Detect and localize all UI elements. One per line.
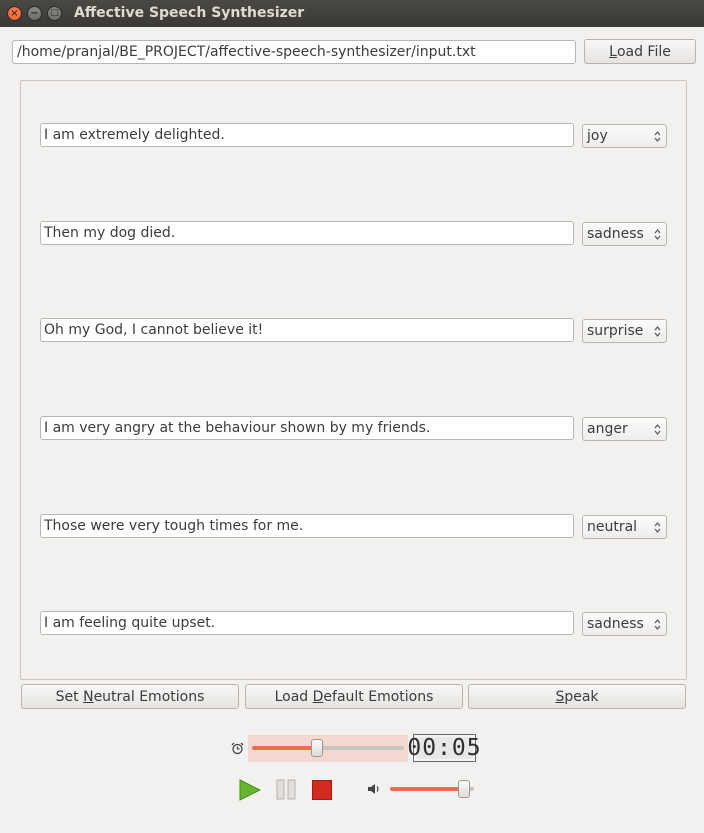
button-label-part: peak xyxy=(564,688,599,705)
sentence-input-6[interactable]: I am feeling quite upset. xyxy=(40,611,574,635)
sentence-input-3[interactable]: Oh my God, I cannot believe it! xyxy=(40,318,574,342)
sentence-input-5[interactable]: Those were very tough times for me. xyxy=(40,514,574,538)
emotion-select-value: anger xyxy=(587,421,628,437)
volume-fill xyxy=(390,787,465,791)
load-default-emotions-button[interactable]: Load Default Emotions xyxy=(245,684,463,709)
time-display: 00:05 xyxy=(407,734,482,762)
minimize-icon: − xyxy=(30,7,39,19)
emotion-select-value: sadness xyxy=(587,226,644,242)
emotion-select-6[interactable]: sadness xyxy=(582,612,667,636)
seek-handle[interactable] xyxy=(310,739,323,757)
sentence-input-2[interactable]: Then my dog died. xyxy=(40,221,574,245)
seek-fill xyxy=(252,746,317,750)
emotion-select-value: surprise xyxy=(587,323,644,339)
spin-arrows-icon xyxy=(654,522,661,533)
sentences-panel xyxy=(20,80,687,680)
maximize-window-button[interactable]: □ xyxy=(47,6,62,21)
set-neutral-emotions-button[interactable]: Set Neutral Emotions xyxy=(21,684,239,709)
spin-arrows-icon xyxy=(654,131,661,142)
volume-slider[interactable] xyxy=(388,778,476,800)
minimize-window-button[interactable]: − xyxy=(27,6,42,21)
close-icon: × xyxy=(10,7,19,19)
button-mnemonic: N xyxy=(83,688,94,705)
seek-slider[interactable] xyxy=(248,735,408,762)
button-label-part: Load xyxy=(274,688,313,705)
spin-arrows-icon xyxy=(654,229,661,240)
speaker-icon xyxy=(368,784,379,794)
speak-button[interactable]: Speak xyxy=(468,684,686,709)
spin-arrows-icon xyxy=(654,619,661,630)
pause-icon[interactable] xyxy=(276,779,297,800)
stop-icon[interactable] xyxy=(312,780,332,800)
emotion-select-value: joy xyxy=(587,128,608,144)
spin-arrows-icon xyxy=(654,424,661,435)
emotion-select-2[interactable]: sadness xyxy=(582,222,667,246)
file-path-input[interactable]: /home/pranjal/BE_PROJECT/affective-speec… xyxy=(12,40,576,64)
emotion-select-4[interactable]: anger xyxy=(582,417,667,441)
alarm-clock-icon xyxy=(231,742,244,755)
emotion-select-value: sadness xyxy=(587,616,644,632)
button-label-part: eutral Emotions xyxy=(93,688,205,705)
emotion-select-5[interactable]: neutral xyxy=(582,515,667,539)
close-window-button[interactable]: × xyxy=(7,6,22,21)
volume-handle[interactable] xyxy=(458,780,471,798)
emotion-select-value: neutral xyxy=(587,519,638,535)
load-file-button[interactable]: Load File xyxy=(584,39,696,64)
button-label-part: efault Emotions xyxy=(323,688,434,705)
load-file-label: oad File xyxy=(616,43,671,60)
sentence-input-1[interactable]: I am extremely delighted. xyxy=(40,123,574,147)
button-mnemonic: S xyxy=(555,688,565,705)
emotion-select-3[interactable]: surprise xyxy=(582,319,667,343)
window-titlebar: × − □ Affective Speech Synthesizer xyxy=(0,0,704,27)
button-label-part: Set xyxy=(55,688,84,705)
maximize-icon: □ xyxy=(50,8,59,18)
window-title: Affective Speech Synthesizer xyxy=(74,5,305,21)
spin-arrows-icon xyxy=(654,326,661,337)
emotion-select-1[interactable]: joy xyxy=(582,124,667,148)
sentence-input-4[interactable]: I am very angry at the behaviour shown b… xyxy=(40,416,574,440)
button-mnemonic: D xyxy=(312,688,324,705)
play-icon[interactable] xyxy=(239,779,261,801)
load-file-mnemonic: L xyxy=(609,43,617,60)
